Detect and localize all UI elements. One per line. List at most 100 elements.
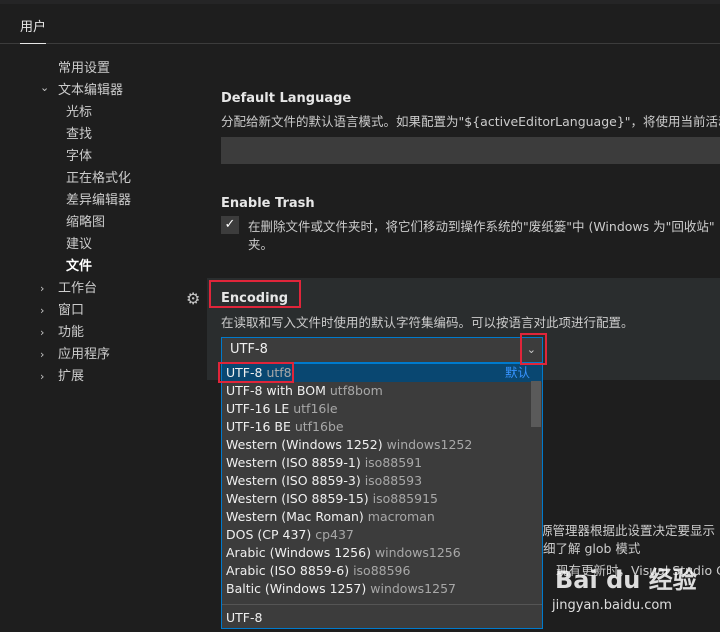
option-alias: windows1252	[386, 437, 473, 452]
setting-enable-trash: Enable Trash	[221, 196, 315, 211]
option-label: Western (ISO 8859-15)	[226, 491, 369, 506]
dropdown-scrollbar[interactable]	[531, 381, 541, 427]
tree-item-label: 功能	[58, 325, 85, 340]
option-label: Baltic (Windows 1257)	[226, 581, 367, 596]
option-label: Western (ISO 8859-3)	[226, 473, 361, 488]
chevron-right-icon[interactable]: ›	[40, 366, 52, 388]
encoding-option[interactable]: Western (ISO 8859-15) iso885915	[222, 490, 542, 508]
tree-item-label: 缩略图	[66, 215, 106, 230]
tree-item-label: 扩展	[58, 369, 85, 384]
chevron-right-icon[interactable]: ›	[40, 300, 52, 322]
tree-item[interactable]: 光标	[0, 102, 200, 124]
setting-title: Enable Trash	[221, 196, 315, 211]
option-label: Western (ISO 8859-1)	[226, 455, 361, 470]
tree-item[interactable]: ⌄ 文本编辑器	[0, 80, 200, 102]
option-label: UTF-16 BE	[226, 419, 291, 434]
dropdown-footer-value: UTF-8	[226, 610, 263, 625]
gear-icon[interactable]: ⚙	[186, 289, 200, 308]
tab-user[interactable]: 用户	[20, 16, 47, 44]
chevron-right-icon[interactable]: ›	[40, 322, 52, 344]
tree-item-label: 常用设置	[58, 61, 111, 76]
tree-item-label: 查找	[66, 127, 93, 142]
tree-item-label: 建议	[66, 237, 93, 252]
tree-item[interactable]: › 功能	[0, 322, 200, 344]
watermark-url: jingyan.baidu.com	[552, 598, 672, 613]
tree-item-label: 光标	[66, 105, 93, 120]
chevron-down-icon[interactable]: ⌄	[40, 77, 52, 99]
encoding-selected-value: UTF-8	[230, 342, 268, 357]
option-alias: iso88596	[353, 563, 411, 578]
tree-item[interactable]: 缩略图	[0, 212, 200, 234]
chevron-right-icon[interactable]: ›	[40, 344, 52, 366]
setting-description: 在删除文件或文件夹时，将它们移动到操作系统的"废纸篓"中 (Windows 为"…	[248, 219, 715, 234]
tree-item-label: 文件	[66, 259, 93, 274]
tree-item[interactable]: 查找	[0, 124, 200, 146]
option-alias: iso88593	[364, 473, 423, 488]
tree-item[interactable]: 文件	[0, 256, 200, 278]
encoding-option[interactable]: DOS (CP 437) cp437	[222, 526, 542, 544]
encoding-option[interactable]: Western (ISO 8859-1) iso88591	[222, 454, 542, 472]
encoding-option[interactable]: Arabic (Windows 1256) windows1256	[222, 544, 542, 562]
watermark-logo: Bai du 经验	[555, 566, 697, 594]
setting-description-cont: 夹。	[248, 237, 274, 252]
option-alias: utf8bom	[329, 383, 383, 398]
encoding-description: 在读取和写入文件时使用的默认字符集编码。可以按语言对此项进行配置。	[221, 315, 634, 330]
tree-item[interactable]: › 应用程序	[0, 344, 200, 366]
option-label: DOS (CP 437)	[226, 527, 312, 542]
option-label: Arabic (ISO 8859-6)	[226, 563, 350, 578]
tree-item[interactable]: 常用设置	[0, 58, 200, 80]
tree-item-label: 正在格式化	[66, 171, 132, 186]
option-alias: windows1257	[370, 581, 456, 596]
option-alias: utf16le	[293, 401, 338, 416]
option-alias: cp437	[315, 527, 354, 542]
hidden-setting-text: 细了解 glob 模式	[543, 541, 641, 556]
default-language-input[interactable]	[221, 137, 720, 164]
tree-item[interactable]: › 工作台	[0, 278, 200, 300]
option-alias: iso88591	[364, 455, 423, 470]
tree-item-label: 工作台	[58, 281, 98, 296]
tree-item[interactable]: › 扩展	[0, 366, 200, 388]
encoding-select[interactable]: UTF-8 ⌄	[221, 337, 543, 363]
encoding-dropdown-list: UTF-8 utf8 默认 UTF-8 with BOM utf8bom UTF-16…	[221, 363, 543, 629]
tree-item[interactable]: 差异编辑器	[0, 190, 200, 212]
option-alias: iso885915	[372, 491, 438, 506]
encoding-option[interactable]: Western (ISO 8859-3) iso88593	[222, 472, 542, 490]
highlight-box-dropdown-arrow	[520, 333, 547, 365]
encoding-option[interactable]: Baltic (Windows 1257) windows1257	[222, 580, 542, 598]
settings-tree: 常用设置 ⌄ 文本编辑器光标查找字体正在格式化差异编辑器缩略图建议文件 › 工作台 › 窗口…	[0, 58, 200, 388]
highlight-box-encoding-title	[209, 280, 301, 308]
option-label: UTF-16 LE	[226, 401, 290, 416]
setting-title: Default Language	[221, 91, 352, 106]
tree-item[interactable]: 建议	[0, 234, 200, 256]
tree-item[interactable]: 正在格式化	[0, 168, 200, 190]
encoding-option[interactable]: Western (Mac Roman) macroman	[222, 508, 542, 526]
option-label: Arabic (Windows 1256)	[226, 545, 371, 560]
option-label: Western (Windows 1252)	[226, 437, 383, 452]
tree-item[interactable]: 字体	[0, 146, 200, 168]
encoding-option[interactable]: Arabic (ISO 8859-6) iso88596	[222, 562, 542, 580]
tree-item-label: 字体	[66, 149, 93, 164]
default-tag: 默认	[504, 365, 530, 380]
option-alias: utf16be	[294, 419, 344, 434]
tree-item-label: 文本编辑器	[58, 83, 124, 98]
chevron-right-icon[interactable]: ›	[40, 278, 52, 300]
setting-default-language: Default Language 分配给新文件的默认语言模式。如果配置为"${a…	[221, 91, 720, 130]
tree-item-label: 差异编辑器	[66, 193, 132, 208]
option-alias: macroman	[367, 509, 435, 524]
encoding-option[interactable]: UTF-16 LE utf16le	[222, 400, 542, 418]
tree-item[interactable]: › 窗口	[0, 300, 200, 322]
settings-scope-tabs: 用户	[0, 4, 720, 44]
encoding-option[interactable]: UTF-16 BE utf16be	[222, 418, 542, 436]
tree-item-label: 窗口	[58, 303, 85, 318]
encoding-option[interactable]: UTF-8 with BOM utf8bom	[222, 382, 542, 400]
option-label: UTF-8 with BOM	[226, 383, 326, 398]
dropdown-separator	[222, 604, 542, 605]
tree-item-label: 应用程序	[58, 347, 111, 362]
option-alias: windows1256	[374, 545, 461, 560]
option-label: Western (Mac Roman)	[226, 509, 364, 524]
hidden-setting-text: 源管理器根据此设置决定要显示	[540, 523, 716, 538]
enable-trash-checkbox[interactable]: ✓	[221, 216, 239, 234]
highlight-box-utf8-option	[218, 362, 294, 383]
encoding-option[interactable]: Western (Windows 1252) windows1252	[222, 436, 542, 454]
setting-description: 分配给新文件的默认语言模式。如果配置为"${activeEditorLangua…	[221, 114, 720, 129]
